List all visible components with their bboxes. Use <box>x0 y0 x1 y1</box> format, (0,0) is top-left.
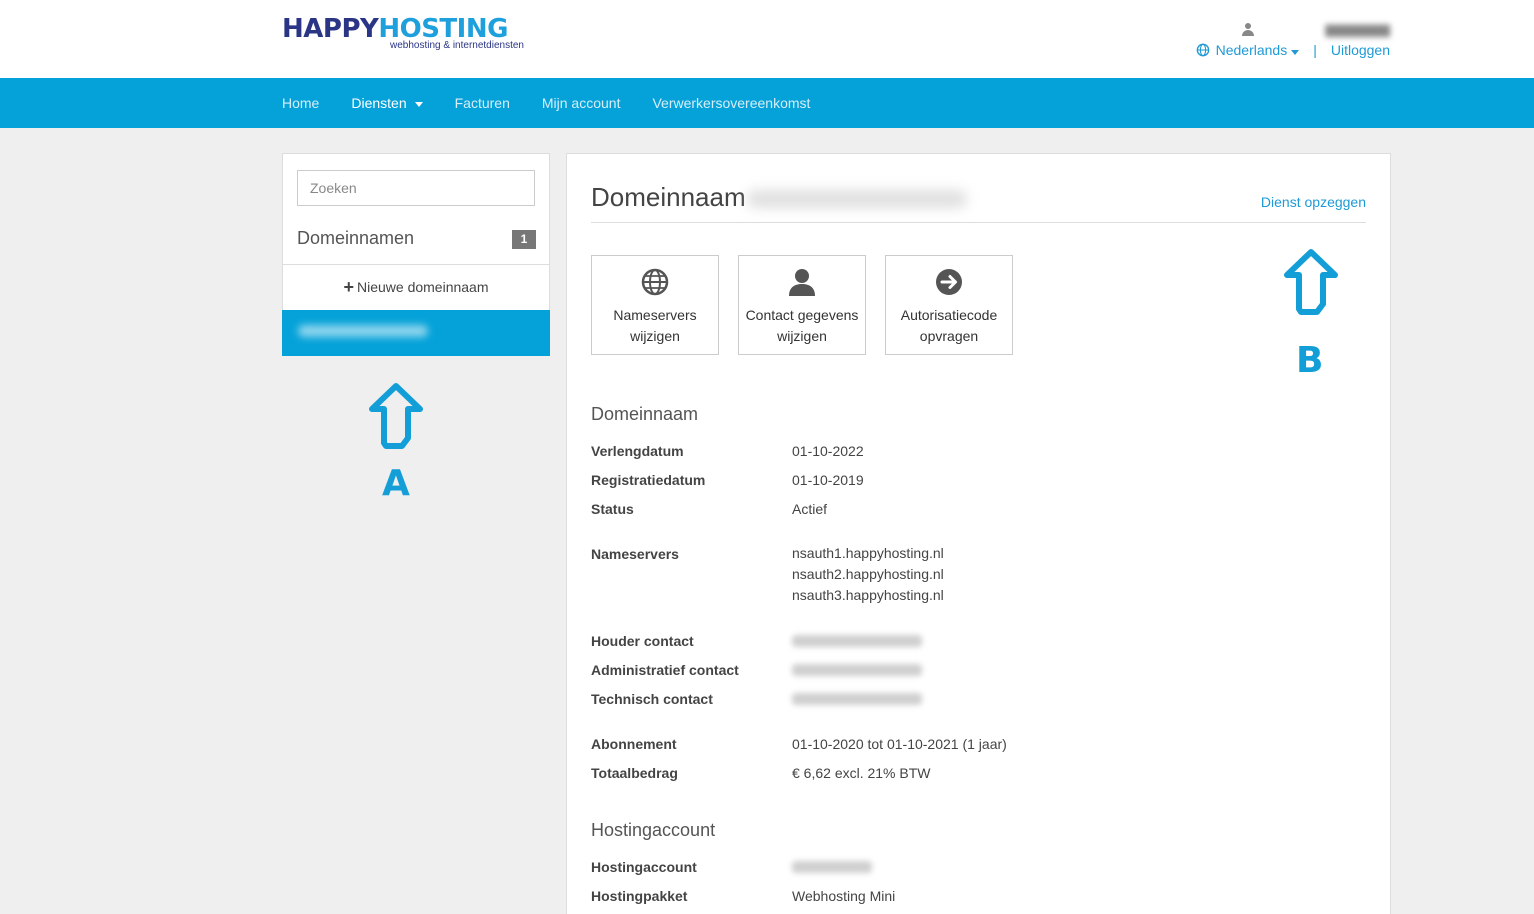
nav-verwerkersovereenkomst[interactable]: Verwerkersovereenkomst <box>652 95 810 111</box>
globe-icon <box>1196 43 1209 57</box>
user-icon <box>1242 23 1254 37</box>
action-label: Contact gegevens <box>745 307 859 323</box>
status-label: Status <box>591 501 634 517</box>
arrow-up-annotation-b-icon <box>1284 249 1338 315</box>
action-label: wijzigen <box>777 328 827 344</box>
owner-contact-redacted <box>792 635 922 647</box>
nav-diensten[interactable]: Diensten <box>351 95 423 111</box>
sidebar-item-selected-domain[interactable] <box>282 310 550 356</box>
nameserver-item: nsauth1.happyhosting.nl <box>792 545 944 561</box>
logo-text-happy: HAPPY <box>282 14 379 44</box>
status-value: Actief <box>792 501 828 517</box>
domain-name-redacted <box>298 325 428 337</box>
plus-icon: + <box>343 277 354 297</box>
nameserver-item: nsauth3.happyhosting.nl <box>792 587 944 603</box>
globe-icon <box>641 268 669 296</box>
total-amount-label: Totaalbedrag <box>591 765 678 781</box>
hosting-package-label: Hostingpakket <box>591 888 688 904</box>
page-title: Domeinnaam <box>591 182 746 212</box>
nav-home[interactable]: Home <box>282 95 319 111</box>
annotation-label-a: A <box>382 463 410 504</box>
nameserver-item: nsauth2.happyhosting.nl <box>792 566 944 582</box>
chevron-down-icon <box>414 101 423 107</box>
action-label: wijzigen <box>630 328 680 344</box>
domain-detail-panel: Domeinnaam Dienst opzeggen Nameservers wi… <box>566 153 1391 914</box>
hosting-account-label: Hostingaccount <box>591 859 697 875</box>
nav-mijn-account[interactable]: Mijn account <box>542 95 621 111</box>
total-amount-value: € 6,62 excl. 21% BTW <box>792 765 931 781</box>
change-contact-button[interactable]: Contact gegevens wijzigen <box>738 255 866 355</box>
cancel-service-link[interactable]: Dienst opzeggen <box>1261 194 1366 210</box>
happyhosting-logo[interactable]: HAPPYHOSTING webhosting & internetdienst… <box>282 14 524 51</box>
main-navbar: Home Diensten Facturen Mijn account Verw… <box>0 78 1534 128</box>
domain-title-redacted <box>747 190 967 208</box>
annotation-label-b: B <box>1296 340 1324 381</box>
owner-contact-label: Houder contact <box>591 633 694 649</box>
action-label: Autorisatiecode <box>900 307 998 323</box>
registration-date-label: Registratiedatum <box>591 472 706 488</box>
action-label: Nameservers <box>613 307 697 323</box>
header-separator: | <box>1313 42 1317 58</box>
user-name-redacted: ▇▇▇▇▇▇▇ <box>1325 23 1390 37</box>
action-label: opvragen <box>919 328 979 344</box>
nav-facturen[interactable]: Facturen <box>455 95 510 111</box>
admin-contact-redacted <box>792 664 922 676</box>
new-domain-button[interactable]: + Nieuwe domeinnaam <box>283 264 549 310</box>
request-auth-code-button[interactable]: Autorisatiecode opvragen <box>885 255 1013 355</box>
renewal-date-value: 01-10-2022 <box>792 443 864 459</box>
arrow-up-annotation-a-icon <box>369 383 423 449</box>
subscription-value: 01-10-2020 tot 01-10-2021 (1 jaar) <box>792 736 1007 752</box>
sidebar-heading: Domeinnamen <box>297 228 415 248</box>
top-header: HAPPYHOSTING webhosting & internetdienst… <box>0 0 1534 78</box>
user-icon <box>789 269 815 296</box>
arrow-right-circle-icon <box>936 269 962 295</box>
sidebar-panel: Domeinnamen 1 +Nieuwe domeinnaam <box>282 153 550 356</box>
renewal-date-label: Verlengdatum <box>591 443 684 459</box>
search-input[interactable] <box>297 170 535 206</box>
count-badge: 1 <box>512 230 536 249</box>
section-title-domain: Domeinnaam <box>591 404 699 424</box>
section-title-hosting: Hostingaccount <box>591 820 716 840</box>
chevron-down-icon <box>1291 50 1300 55</box>
logo-tagline: webhosting & internetdiensten <box>390 40 524 51</box>
tech-contact-redacted <box>792 693 922 705</box>
nameservers-list: nsauth1.happyhosting.nl nsauth2.happyhos… <box>792 543 944 606</box>
subscription-label: Abonnement <box>591 736 677 752</box>
registration-date-value: 01-10-2019 <box>792 472 864 488</box>
change-nameservers-button[interactable]: Nameservers wijzigen <box>591 255 719 355</box>
user-menu: ▇▇▇▇▇▇▇ Nederlands | Uitloggen <box>1196 20 1390 58</box>
nameservers-label: Nameservers <box>591 546 679 562</box>
logout-link[interactable]: Uitloggen <box>1331 42 1390 58</box>
language-selector[interactable]: Nederlands <box>1216 42 1300 58</box>
tech-contact-label: Technisch contact <box>591 691 713 707</box>
hosting-account-redacted <box>792 861 872 873</box>
admin-contact-label: Administratief contact <box>591 662 739 678</box>
hosting-package-value: Webhosting Mini <box>792 888 896 904</box>
title-divider <box>591 222 1366 223</box>
